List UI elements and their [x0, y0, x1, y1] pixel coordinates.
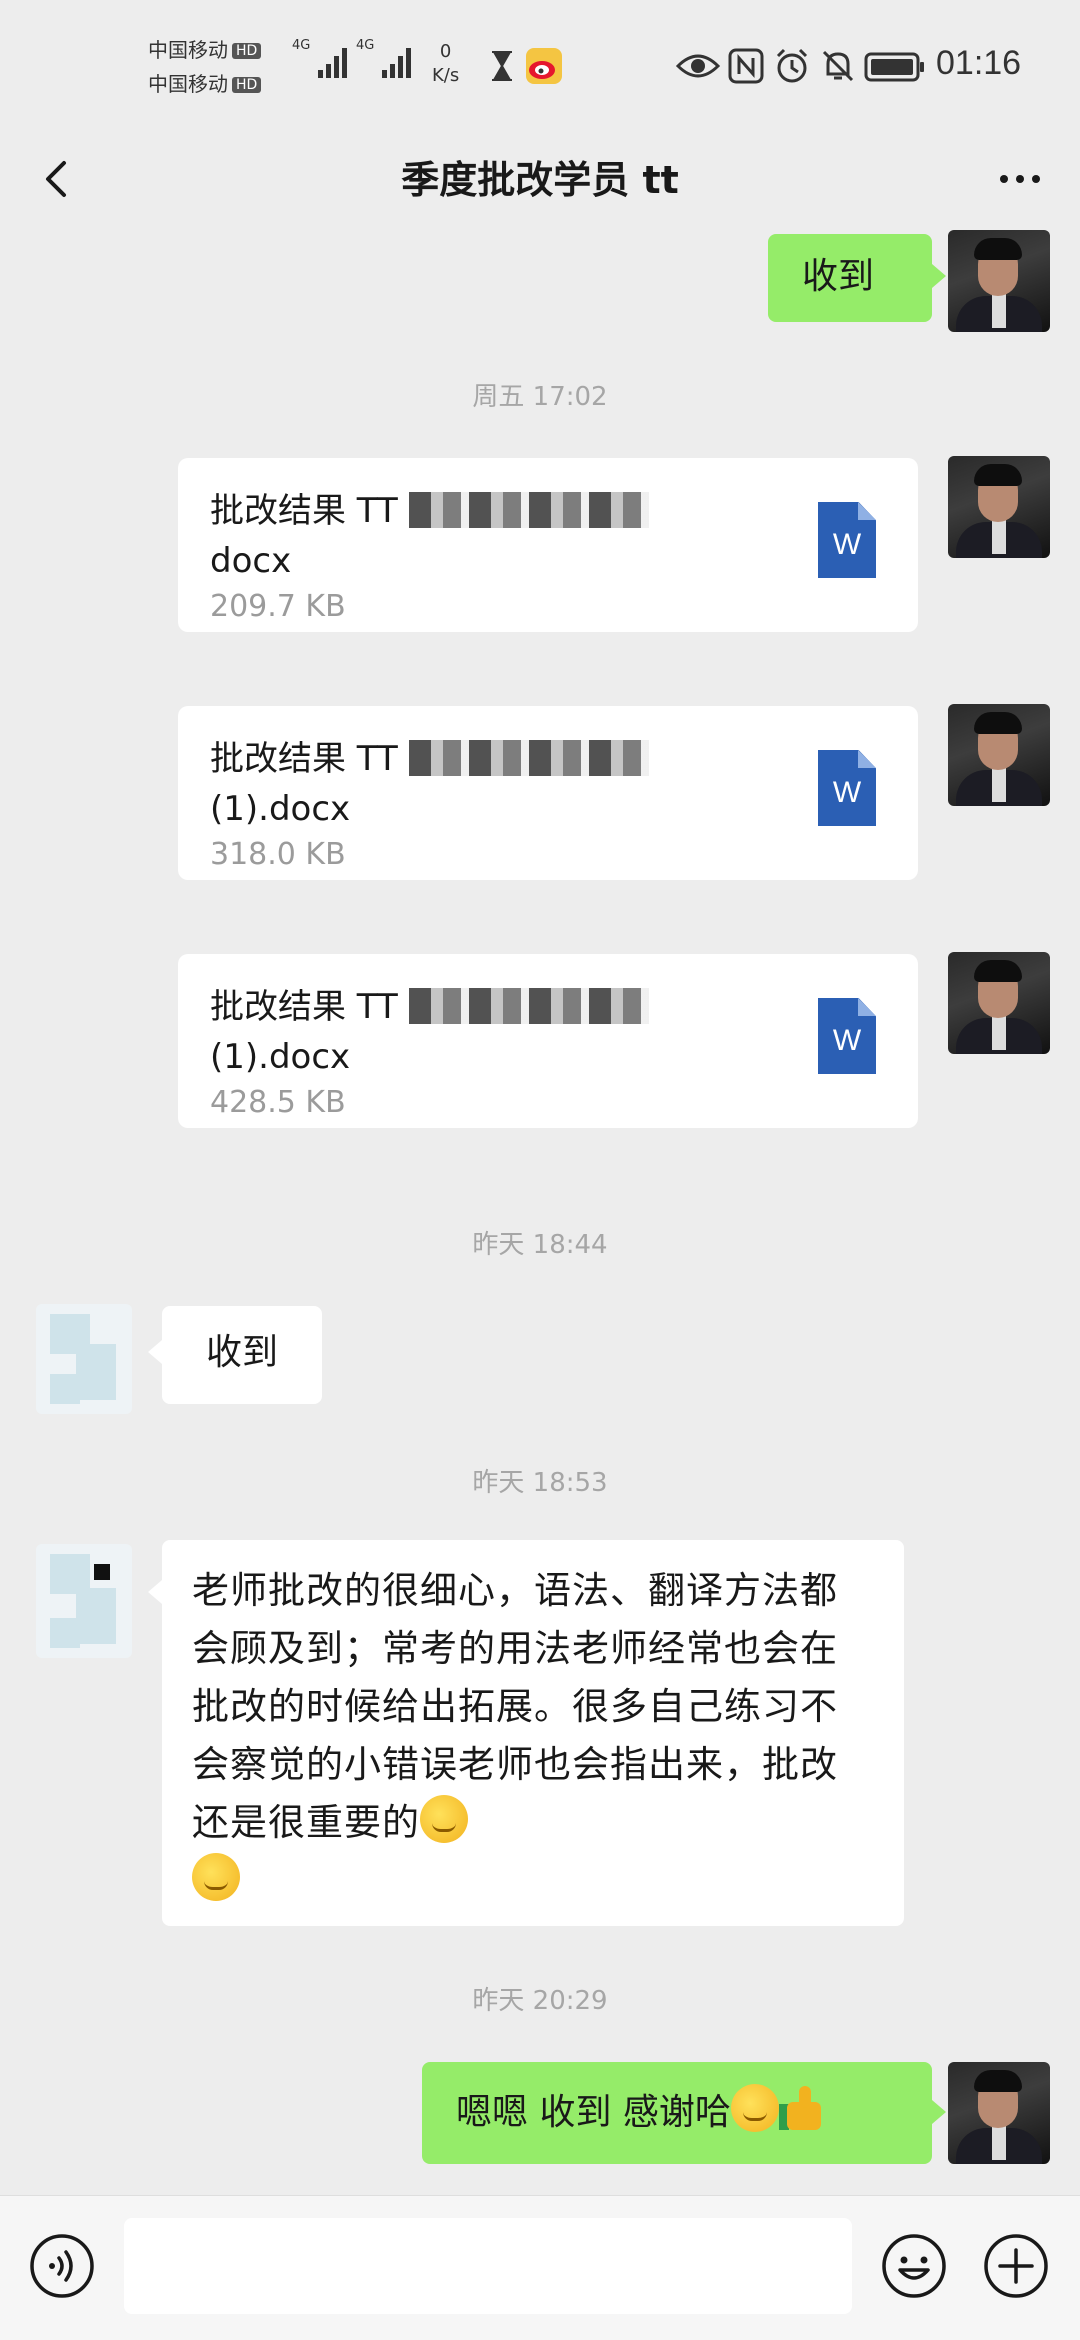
- file-size: 318.0 KB: [210, 837, 346, 872]
- avatar-me[interactable]: [948, 704, 1050, 806]
- avatar-contact[interactable]: [36, 1544, 132, 1658]
- signal-icon: [318, 42, 347, 78]
- word-file-icon: W: [818, 998, 876, 1074]
- timestamp: 昨天 18:53: [472, 1468, 608, 1498]
- word-file-icon: W: [818, 750, 876, 826]
- carrier-2: 中国移动 HD: [148, 68, 262, 97]
- file-size: 428.5 KB: [210, 1085, 346, 1120]
- redacted-text: [408, 740, 649, 776]
- emoji-icon[interactable]: [880, 2232, 948, 2300]
- message-bubble-sent[interactable]: 嗯嗯 收到 感谢哈: [422, 2062, 932, 2164]
- carrier-1: 中国移动 HD: [148, 34, 262, 63]
- avatar-me[interactable]: [948, 230, 1050, 332]
- eye-icon: [676, 54, 720, 78]
- file-card[interactable]: 批改结果 TT (1).docx 428.5 KB W: [178, 954, 918, 1128]
- redacted-text: [408, 492, 649, 528]
- message-bubble-received[interactable]: 老师批改的很细心，语法、翻译方法都会顾及到；常考的用法老师经常也会在批改的时候给…: [162, 1540, 904, 1926]
- message-bubble-sent[interactable]: 收到: [768, 234, 932, 322]
- network-type-2: 4G: [356, 38, 375, 53]
- file-name: 批改结果 TT (1).docx: [210, 734, 730, 834]
- signal-icon: [382, 42, 411, 78]
- hourglass-icon: [492, 51, 512, 81]
- timestamp: 昨天 20:29: [472, 1986, 608, 2016]
- file-card[interactable]: 批改结果 TT docx 209.7 KB W: [178, 458, 918, 632]
- timestamp: 昨天 18:44: [472, 1230, 608, 1260]
- word-file-icon: W: [818, 502, 876, 578]
- file-name-prefix: 批改结果 TT: [210, 987, 398, 1027]
- thumbs-up-icon: [778, 2084, 825, 2132]
- carrier-2-label: 中国移动: [148, 72, 228, 96]
- plus-icon[interactable]: [982, 2232, 1050, 2300]
- more-icon[interactable]: [990, 149, 1050, 209]
- message-bubble-received[interactable]: 收到: [162, 1306, 322, 1404]
- bubble-tail: [148, 1340, 162, 1364]
- thinking-emoji-icon: [192, 1853, 240, 1901]
- avatar-me[interactable]: [948, 2062, 1050, 2164]
- file-name-suffix: (1).docx: [210, 1037, 351, 1077]
- nfc-icon: [728, 48, 764, 84]
- file-size: 209.7 KB: [210, 589, 346, 624]
- thinking-emoji-icon: [420, 1795, 468, 1843]
- file-name-prefix: 批改结果 TT: [210, 739, 398, 779]
- timestamp: 周五 17:02: [472, 382, 608, 412]
- bubble-tail: [148, 1580, 162, 1604]
- message-input[interactable]: [124, 2218, 852, 2314]
- message-text: 嗯嗯 收到 感谢哈: [456, 2092, 731, 2133]
- message-text: 老师批改的很细心，语法、翻译方法都会顾及到；常考的用法老师经常也会在批改的时候给…: [192, 1569, 838, 1844]
- hd-badge: HD: [232, 77, 262, 93]
- voice-icon[interactable]: [28, 2232, 96, 2300]
- network-type-1: 4G: [292, 38, 311, 53]
- chat-header: 季度批改学员 tt: [0, 135, 1080, 230]
- weibo-icon: [526, 48, 562, 84]
- file-name-prefix: 批改结果 TT: [210, 491, 398, 531]
- alarm-icon: [776, 48, 808, 83]
- redacted-text: [408, 988, 649, 1024]
- carrier-1-label: 中国移动: [148, 38, 228, 62]
- word-icon-label: W: [832, 528, 862, 561]
- battery-icon: [864, 52, 924, 82]
- word-icon-label: W: [832, 1024, 862, 1057]
- message-text: 收到: [206, 1332, 279, 1373]
- mute-icon: [822, 50, 854, 82]
- file-name-suffix: (1).docx: [210, 789, 351, 829]
- input-bar: [0, 2195, 1080, 2340]
- bubble-tail: [932, 264, 946, 288]
- file-name: 批改结果 TT docx: [210, 486, 730, 586]
- word-icon-label: W: [832, 776, 862, 809]
- file-card[interactable]: 批改结果 TT (1).docx 318.0 KB W: [178, 706, 918, 880]
- thinking-emoji-icon: [730, 2084, 779, 2132]
- file-name: 批改结果 TT (1).docx: [210, 982, 730, 1082]
- avatar-me[interactable]: [948, 952, 1050, 1054]
- avatar-contact[interactable]: [36, 1304, 132, 1414]
- message-text: 收到: [802, 256, 875, 297]
- file-name-suffix: docx: [210, 541, 292, 581]
- avatar-me[interactable]: [948, 456, 1050, 558]
- bubble-tail: [932, 2100, 946, 2124]
- hd-badge: HD: [232, 43, 262, 59]
- speed-unit: K/s: [432, 65, 460, 86]
- network-speed: 0 K/s: [432, 40, 459, 88]
- status-bar: 中国移动 HD 中国移动 HD 4G 4G 0 K/s 01:16: [0, 0, 1080, 135]
- speed-value: 0: [439, 41, 452, 62]
- clock: 01:16: [936, 44, 1022, 82]
- chat-title: 季度批改学员 tt: [401, 158, 679, 202]
